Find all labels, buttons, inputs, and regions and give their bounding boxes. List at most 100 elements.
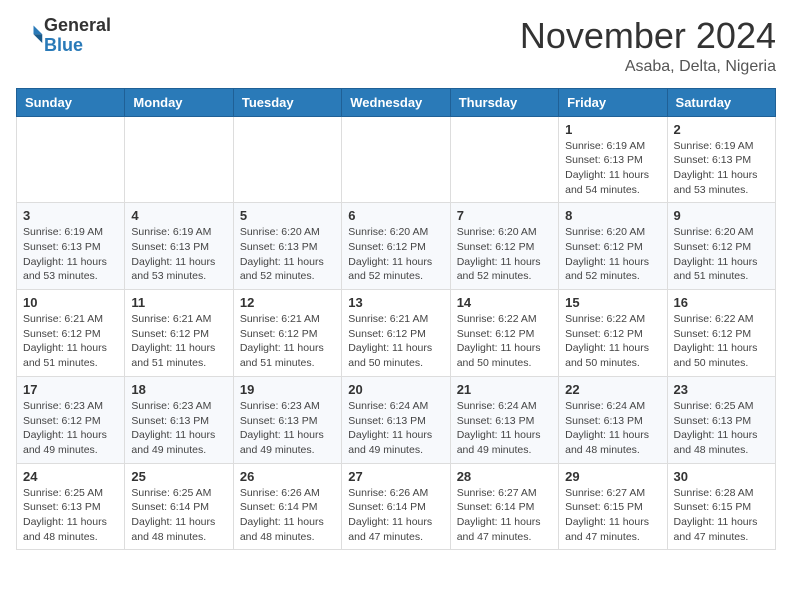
day-number: 23 bbox=[674, 382, 769, 397]
weekday-header: Thursday bbox=[450, 88, 558, 116]
calendar-cell: 12 Sunrise: 6:21 AM Sunset: 6:12 PM Dayli… bbox=[233, 290, 341, 377]
calendar-cell: 5 Sunrise: 6:20 AM Sunset: 6:13 PM Daylig… bbox=[233, 203, 341, 290]
calendar-cell: 9 Sunrise: 6:20 AM Sunset: 6:12 PM Daylig… bbox=[667, 203, 775, 290]
calendar-cell: 3 Sunrise: 6:19 AM Sunset: 6:13 PM Daylig… bbox=[17, 203, 125, 290]
day-number: 13 bbox=[348, 295, 443, 310]
calendar-cell: 4 Sunrise: 6:19 AM Sunset: 6:13 PM Daylig… bbox=[125, 203, 233, 290]
day-number: 27 bbox=[348, 469, 443, 484]
calendar-cell: 28 Sunrise: 6:27 AM Sunset: 6:14 PM Dayli… bbox=[450, 463, 558, 550]
calendar-cell: 19 Sunrise: 6:23 AM Sunset: 6:13 PM Dayli… bbox=[233, 376, 341, 463]
day-info: Sunrise: 6:21 AM Sunset: 6:12 PM Dayligh… bbox=[240, 312, 335, 371]
day-info: Sunrise: 6:25 AM Sunset: 6:13 PM Dayligh… bbox=[674, 399, 769, 458]
day-info: Sunrise: 6:26 AM Sunset: 6:14 PM Dayligh… bbox=[348, 486, 443, 545]
calendar-cell bbox=[342, 116, 450, 203]
location: Asaba, Delta, Nigeria bbox=[520, 58, 776, 76]
day-info: Sunrise: 6:22 AM Sunset: 6:12 PM Dayligh… bbox=[457, 312, 552, 371]
day-info: Sunrise: 6:24 AM Sunset: 6:13 PM Dayligh… bbox=[457, 399, 552, 458]
day-number: 3 bbox=[23, 208, 118, 223]
calendar-cell: 30Sunrise: 6:28 AM Sunset: 6:15 PM Dayli… bbox=[667, 463, 775, 550]
day-number: 7 bbox=[457, 208, 552, 223]
day-number: 16 bbox=[674, 295, 769, 310]
day-info: Sunrise: 6:19 AM Sunset: 6:13 PM Dayligh… bbox=[565, 139, 660, 198]
day-number: 18 bbox=[131, 382, 226, 397]
day-number: 17 bbox=[23, 382, 118, 397]
day-number: 26 bbox=[240, 469, 335, 484]
calendar-cell: 7Sunrise: 6:20 AM Sunset: 6:12 PM Daylig… bbox=[450, 203, 558, 290]
month-title: November 2024 bbox=[520, 16, 776, 56]
calendar-cell: 2 Sunrise: 6:19 AM Sunset: 6:13 PM Daylig… bbox=[667, 116, 775, 203]
day-info: Sunrise: 6:23 AM Sunset: 6:12 PM Dayligh… bbox=[23, 399, 118, 458]
day-info: Sunrise: 6:22 AM Sunset: 6:12 PM Dayligh… bbox=[565, 312, 660, 371]
day-info: Sunrise: 6:20 AM Sunset: 6:12 PM Dayligh… bbox=[565, 225, 660, 284]
day-number: 1 bbox=[565, 122, 660, 137]
day-info: Sunrise: 6:27 AM Sunset: 6:15 PM Dayligh… bbox=[565, 486, 660, 545]
day-number: 14 bbox=[457, 295, 552, 310]
day-number: 10 bbox=[23, 295, 118, 310]
logo-blue: Blue bbox=[44, 35, 83, 55]
day-number: 9 bbox=[674, 208, 769, 223]
calendar-header-row: SundayMondayTuesdayWednesdayThursdayFrid… bbox=[17, 88, 776, 116]
calendar-cell: 29Sunrise: 6:27 AM Sunset: 6:15 PM Dayli… bbox=[559, 463, 667, 550]
calendar-cell bbox=[17, 116, 125, 203]
calendar-week-row: 3 Sunrise: 6:19 AM Sunset: 6:13 PM Daylig… bbox=[17, 203, 776, 290]
day-info: Sunrise: 6:21 AM Sunset: 6:12 PM Dayligh… bbox=[131, 312, 226, 371]
day-info: Sunrise: 6:28 AM Sunset: 6:15 PM Dayligh… bbox=[674, 486, 769, 545]
day-number: 12 bbox=[240, 295, 335, 310]
day-number: 6 bbox=[348, 208, 443, 223]
calendar-cell: 27 Sunrise: 6:26 AM Sunset: 6:14 PM Dayli… bbox=[342, 463, 450, 550]
weekday-header: Sunday bbox=[17, 88, 125, 116]
day-info: Sunrise: 6:20 AM Sunset: 6:13 PM Dayligh… bbox=[240, 225, 335, 284]
logo-general: General bbox=[44, 15, 111, 35]
day-info: Sunrise: 6:24 AM Sunset: 6:13 PM Dayligh… bbox=[565, 399, 660, 458]
calendar-cell: 20 Sunrise: 6:24 AM Sunset: 6:13 PM Dayli… bbox=[342, 376, 450, 463]
day-number: 19 bbox=[240, 382, 335, 397]
calendar-cell: 13 Sunrise: 6:21 AM Sunset: 6:12 PM Dayli… bbox=[342, 290, 450, 377]
calendar-cell: 1 Sunrise: 6:19 AM Sunset: 6:13 PM Daylig… bbox=[559, 116, 667, 203]
weekday-header: Saturday bbox=[667, 88, 775, 116]
day-info: Sunrise: 6:23 AM Sunset: 6:13 PM Dayligh… bbox=[131, 399, 226, 458]
day-info: Sunrise: 6:19 AM Sunset: 6:13 PM Dayligh… bbox=[674, 139, 769, 198]
day-info: Sunrise: 6:23 AM Sunset: 6:13 PM Dayligh… bbox=[240, 399, 335, 458]
day-info: Sunrise: 6:24 AM Sunset: 6:13 PM Dayligh… bbox=[348, 399, 443, 458]
page-header: General Blue November 2024 Asaba, Delta,… bbox=[16, 16, 776, 76]
calendar-cell bbox=[233, 116, 341, 203]
calendar-cell: 22 Sunrise: 6:24 AM Sunset: 6:13 PM Dayli… bbox=[559, 376, 667, 463]
calendar-cell: 23 Sunrise: 6:25 AM Sunset: 6:13 PM Dayli… bbox=[667, 376, 775, 463]
logo-icon bbox=[16, 22, 44, 50]
calendar-week-row: 10 Sunrise: 6:21 AM Sunset: 6:12 PM Dayli… bbox=[17, 290, 776, 377]
day-info: Sunrise: 6:25 AM Sunset: 6:14 PM Dayligh… bbox=[131, 486, 226, 545]
calendar-cell: 6Sunrise: 6:20 AM Sunset: 6:12 PM Daylig… bbox=[342, 203, 450, 290]
day-info: Sunrise: 6:19 AM Sunset: 6:13 PM Dayligh… bbox=[131, 225, 226, 284]
day-number: 5 bbox=[240, 208, 335, 223]
day-info: Sunrise: 6:19 AM Sunset: 6:13 PM Dayligh… bbox=[23, 225, 118, 284]
day-number: 24 bbox=[23, 469, 118, 484]
day-number: 8 bbox=[565, 208, 660, 223]
day-info: Sunrise: 6:25 AM Sunset: 6:13 PM Dayligh… bbox=[23, 486, 118, 545]
calendar-week-row: 24 Sunrise: 6:25 AM Sunset: 6:13 PM Dayli… bbox=[17, 463, 776, 550]
calendar-cell: 17 Sunrise: 6:23 AM Sunset: 6:12 PM Dayli… bbox=[17, 376, 125, 463]
calendar-week-row: 17 Sunrise: 6:23 AM Sunset: 6:12 PM Dayli… bbox=[17, 376, 776, 463]
day-number: 4 bbox=[131, 208, 226, 223]
day-number: 2 bbox=[674, 122, 769, 137]
calendar-cell: 15 Sunrise: 6:22 AM Sunset: 6:12 PM Dayli… bbox=[559, 290, 667, 377]
calendar-cell: 18 Sunrise: 6:23 AM Sunset: 6:13 PM Dayli… bbox=[125, 376, 233, 463]
day-number: 21 bbox=[457, 382, 552, 397]
day-number: 22 bbox=[565, 382, 660, 397]
calendar-cell: 10Sunrise: 6:21 AM Sunset: 6:12 PM Dayli… bbox=[17, 290, 125, 377]
weekday-header: Friday bbox=[559, 88, 667, 116]
day-number: 28 bbox=[457, 469, 552, 484]
day-number: 25 bbox=[131, 469, 226, 484]
day-info: Sunrise: 6:27 AM Sunset: 6:14 PM Dayligh… bbox=[457, 486, 552, 545]
calendar-cell: 8 Sunrise: 6:20 AM Sunset: 6:12 PM Daylig… bbox=[559, 203, 667, 290]
day-number: 20 bbox=[348, 382, 443, 397]
weekday-header: Monday bbox=[125, 88, 233, 116]
day-info: Sunrise: 6:22 AM Sunset: 6:12 PM Dayligh… bbox=[674, 312, 769, 371]
day-info: Sunrise: 6:20 AM Sunset: 6:12 PM Dayligh… bbox=[674, 225, 769, 284]
day-info: Sunrise: 6:26 AM Sunset: 6:14 PM Dayligh… bbox=[240, 486, 335, 545]
weekday-header: Tuesday bbox=[233, 88, 341, 116]
day-number: 15 bbox=[565, 295, 660, 310]
calendar-cell: 16 Sunrise: 6:22 AM Sunset: 6:12 PM Dayli… bbox=[667, 290, 775, 377]
calendar-cell: 21 Sunrise: 6:24 AM Sunset: 6:13 PM Dayli… bbox=[450, 376, 558, 463]
calendar-cell bbox=[125, 116, 233, 203]
day-info: Sunrise: 6:21 AM Sunset: 6:12 PM Dayligh… bbox=[348, 312, 443, 371]
